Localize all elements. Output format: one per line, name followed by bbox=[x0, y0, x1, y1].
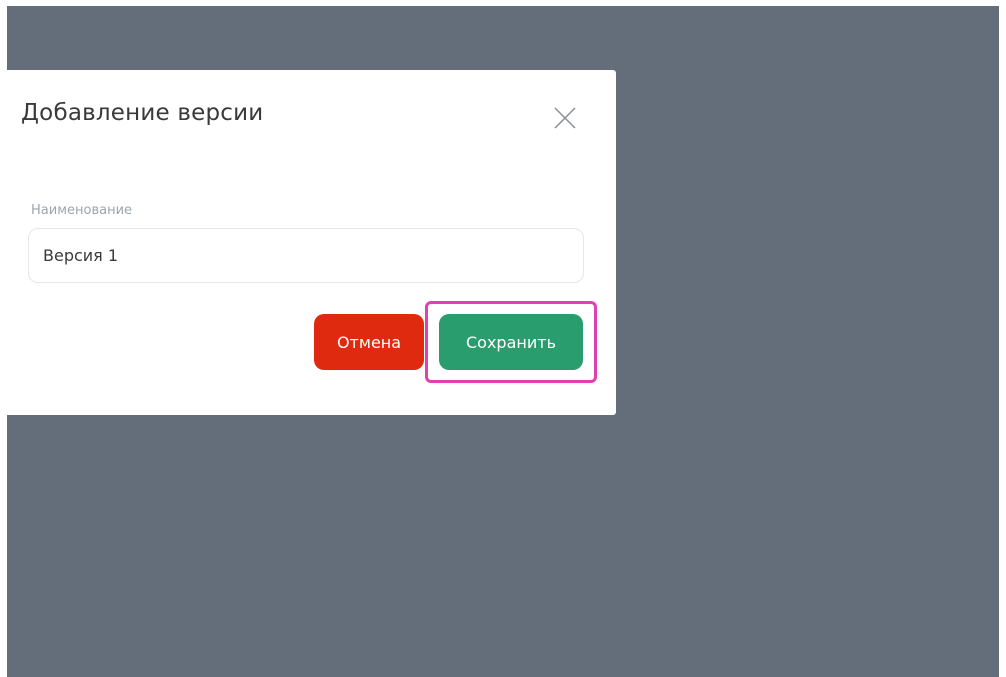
name-input[interactable] bbox=[28, 228, 584, 283]
name-field-label: Наименование bbox=[31, 203, 133, 218]
save-button[interactable]: Сохранить bbox=[439, 314, 583, 370]
close-button[interactable] bbox=[553, 106, 577, 130]
cancel-button[interactable]: Отмена bbox=[314, 314, 424, 370]
dialog-title: Добавление версии bbox=[21, 100, 264, 126]
close-icon bbox=[554, 107, 576, 129]
